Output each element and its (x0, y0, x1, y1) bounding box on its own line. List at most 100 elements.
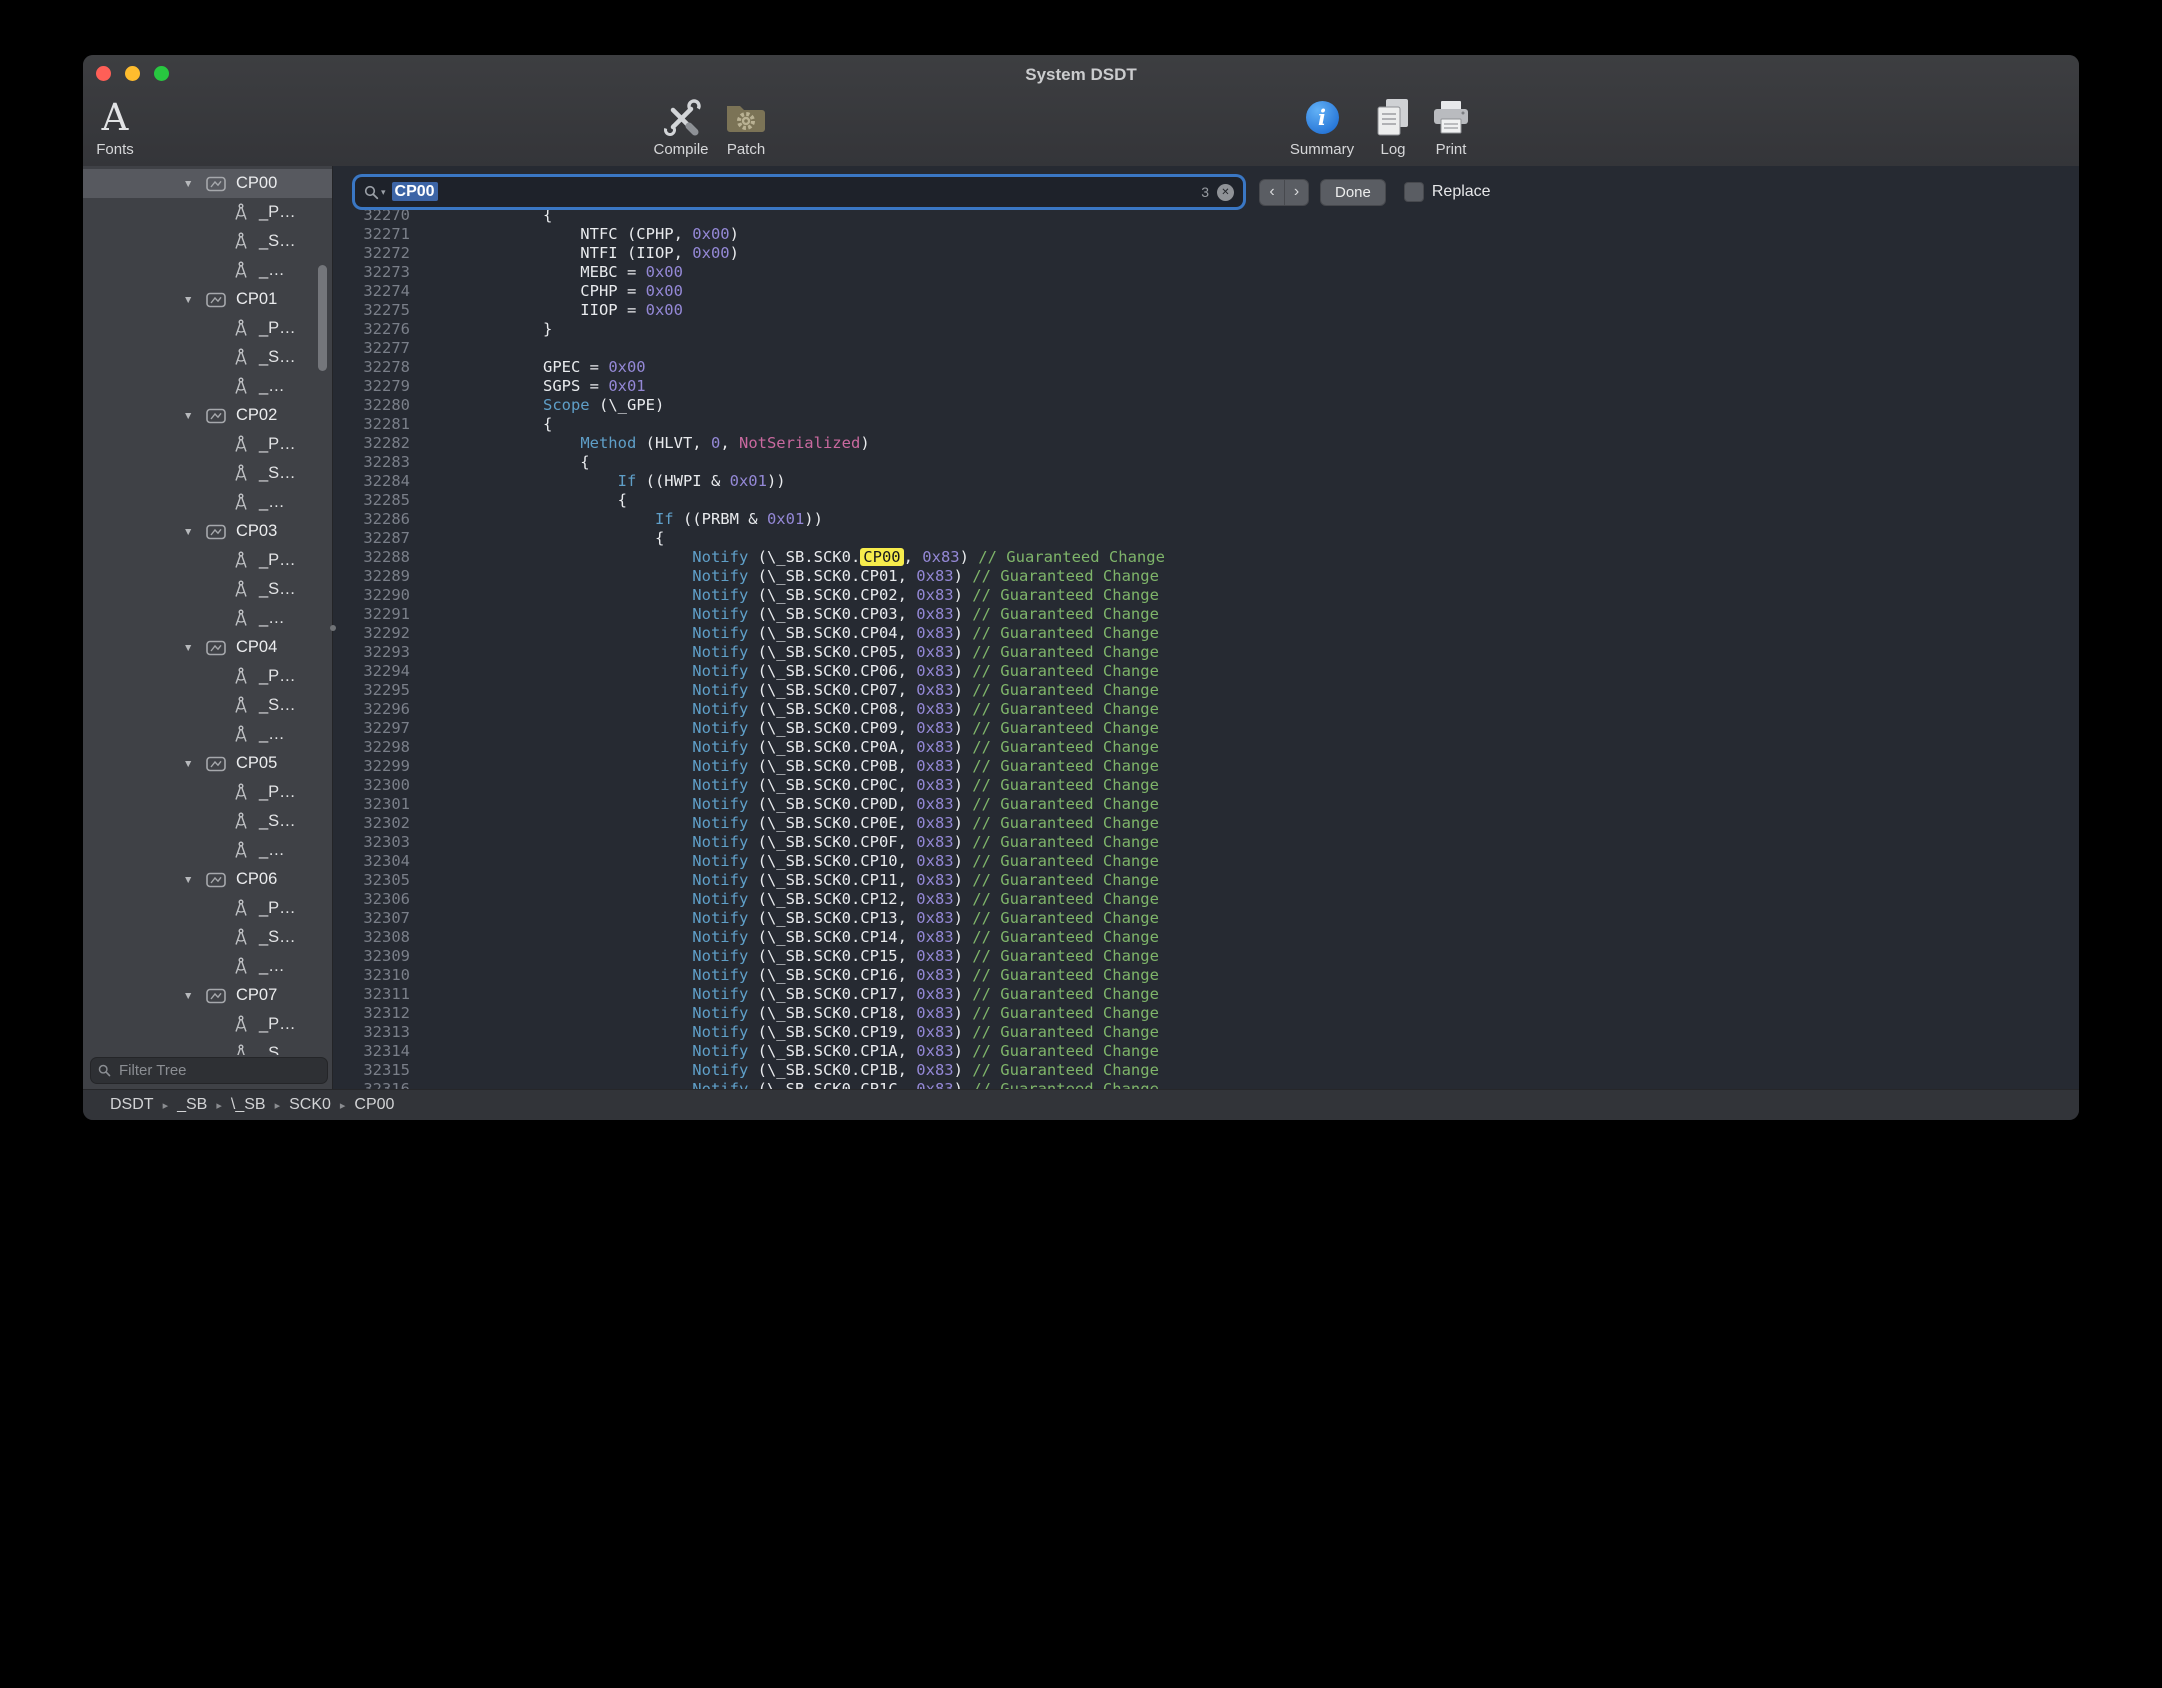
tree-item[interactable]: _P… (83, 778, 332, 807)
toolbar-patch-button[interactable]: Patch (691, 94, 801, 158)
breadcrumb-item-sb[interactable]: \_SB (231, 1096, 266, 1114)
method-icon (233, 783, 249, 802)
find-next-button[interactable]: › (1284, 179, 1309, 206)
code-line: 32274 CPHP = 0x00 (333, 282, 1165, 301)
line-number: 32279 (333, 377, 410, 396)
splitter-handle[interactable] (330, 625, 336, 631)
line-number: 32280 (333, 396, 410, 415)
tree-item-label: _… (259, 261, 285, 280)
tree-item[interactable]: _P… (83, 546, 332, 575)
minimize-window-button[interactable] (125, 66, 140, 81)
find-search-field[interactable]: ▾ CP00 3 ✕ (355, 177, 1243, 207)
tree-item[interactable]: _P… (83, 430, 332, 459)
tree-item-cp02[interactable]: ▼CP02 (83, 401, 332, 430)
tree-item[interactable]: _S… (83, 459, 332, 488)
filter-tree-input[interactable] (117, 1061, 320, 1080)
tree-item[interactable]: _P… (83, 662, 332, 691)
toolbar-fonts-button[interactable]: A Fonts (83, 94, 170, 158)
disclosure-triangle-icon[interactable]: ▼ (183, 410, 200, 422)
main-content: ▼CP00_P…_S…_…▼CP01_P…_S…_…▼CP02_P…_S…_…▼… (83, 166, 2079, 1089)
search-menu-arrow-icon[interactable]: ▾ (381, 187, 386, 198)
tree-item[interactable]: _P… (83, 894, 332, 923)
tree-item[interactable]: _… (83, 372, 332, 401)
method-icon (233, 725, 249, 744)
line-number: 32302 (333, 814, 410, 833)
sidebar-scrollbar-thumb[interactable] (318, 265, 327, 371)
replace-checkbox[interactable] (1404, 182, 1424, 202)
disclosure-triangle-icon[interactable]: ▼ (183, 758, 200, 770)
tree-item[interactable]: _S… (83, 807, 332, 836)
tree-item-label: CP00 (236, 174, 277, 193)
sidebar: ▼CP00_P…_S…_…▼CP01_P…_S…_…▼CP02_P…_S…_…▼… (83, 166, 333, 1089)
tree-item-cp06[interactable]: ▼CP06 (83, 865, 332, 894)
find-previous-button[interactable]: ‹ (1259, 179, 1284, 206)
line-number: 32271 (333, 225, 410, 244)
code-line: 32294 Notify (\_SB.SCK0.CP06, 0x83) // G… (333, 662, 1165, 681)
disclosure-triangle-icon[interactable]: ▼ (183, 526, 200, 538)
tree-item[interactable]: _… (83, 720, 332, 749)
code-line: 32301 Notify (\_SB.SCK0.CP0D, 0x83) // G… (333, 795, 1165, 814)
code-line: 32288 Notify (\_SB.SCK0.CP00, 0x83) // G… (333, 548, 1165, 567)
tree-item-cp01[interactable]: ▼ CP01 (83, 285, 332, 314)
search-highlight: CP00 (860, 548, 903, 566)
tree-item[interactable]: _S… (83, 343, 332, 372)
disclosure-triangle-icon[interactable]: ▼ (183, 990, 200, 1002)
tree-item-label: _S… (259, 580, 296, 599)
tree-item[interactable]: _S… (83, 1039, 332, 1055)
tree-item[interactable]: _… (83, 488, 332, 517)
code-line: 32289 Notify (\_SB.SCK0.CP01, 0x83) // G… (333, 567, 1165, 586)
disclosure-triangle-icon[interactable]: ▼ (183, 874, 200, 886)
tree-item-label: CP05 (236, 754, 277, 773)
breadcrumb-separator-icon: ▸ (340, 1099, 346, 1112)
tree-item-cp04[interactable]: ▼CP04 (83, 633, 332, 662)
breadcrumb-item-dsdt[interactable]: DSDT (110, 1096, 154, 1114)
tree-item-cp00[interactable]: ▼ CP00 (83, 169, 332, 198)
tree-item-label: _P… (259, 203, 296, 222)
breadcrumb-item-sb[interactable]: _SB (177, 1096, 207, 1114)
summary-info-icon: i (1306, 101, 1339, 134)
line-number: 32293 (333, 643, 410, 662)
tree-item-label: CP01 (236, 290, 277, 309)
tree-item-cp03[interactable]: ▼CP03 (83, 517, 332, 546)
disclosure-triangle-icon[interactable]: ▼ (183, 178, 200, 190)
disclosure-triangle-icon[interactable]: ▼ (183, 294, 200, 306)
tree-item[interactable]: _… (83, 836, 332, 865)
line-number: 32283 (333, 453, 410, 472)
line-number: 32314 (333, 1042, 410, 1061)
code-line: 32314 Notify (\_SB.SCK0.CP1A, 0x83) // G… (333, 1042, 1165, 1061)
tree-item-cp05[interactable]: ▼ CP05 (83, 749, 332, 778)
tree-item[interactable]: _S… (83, 691, 332, 720)
tree-item[interactable]: _… (83, 952, 332, 981)
tree-item[interactable]: _S… (83, 227, 332, 256)
tree-item-label: _P… (259, 435, 296, 454)
close-window-button[interactable] (96, 66, 111, 81)
breadcrumb-item-cp00[interactable]: CP00 (354, 1096, 394, 1114)
filter-tree-field[interactable] (90, 1057, 328, 1084)
tree-item-cp07[interactable]: ▼CP07 (83, 981, 332, 1010)
line-number: 32298 (333, 738, 410, 757)
breadcrumb-item-sck0[interactable]: SCK0 (289, 1096, 331, 1114)
tree-item[interactable]: _P… (83, 1010, 332, 1039)
zoom-window-button[interactable] (154, 66, 169, 81)
tree-item[interactable]: _S… (83, 575, 332, 604)
line-number: 32278 (333, 358, 410, 377)
code-line: 32271 NTFC (CPHP, 0x00) (333, 225, 1165, 244)
line-number: 32306 (333, 890, 410, 909)
find-bar: ▾ CP00 3 ✕ ‹ › Done Replace (355, 174, 2079, 210)
breadcrumb-separator-icon: ▸ (216, 1099, 222, 1112)
done-button[interactable]: Done (1320, 179, 1386, 206)
clear-search-button[interactable]: ✕ (1217, 184, 1234, 201)
tree-item[interactable]: _P… (83, 198, 332, 227)
tree-item[interactable]: _… (83, 256, 332, 285)
tree-item[interactable]: _P… (83, 314, 332, 343)
tree-item[interactable]: _S… (83, 923, 332, 952)
method-icon (233, 435, 249, 454)
tree-item[interactable]: _… (83, 604, 332, 633)
disclosure-triangle-icon[interactable]: ▼ (183, 642, 200, 654)
method-icon (233, 551, 249, 570)
method-icon (233, 812, 249, 831)
code-editor[interactable]: 32270 {32271 NTFC (CPHP, 0x00)32272 NTFI… (333, 166, 2079, 1089)
line-number: 32288 (333, 548, 410, 567)
code-line: 32278 GPEC = 0x00 (333, 358, 1165, 377)
toolbar-print-button[interactable]: Print (1396, 94, 1506, 158)
